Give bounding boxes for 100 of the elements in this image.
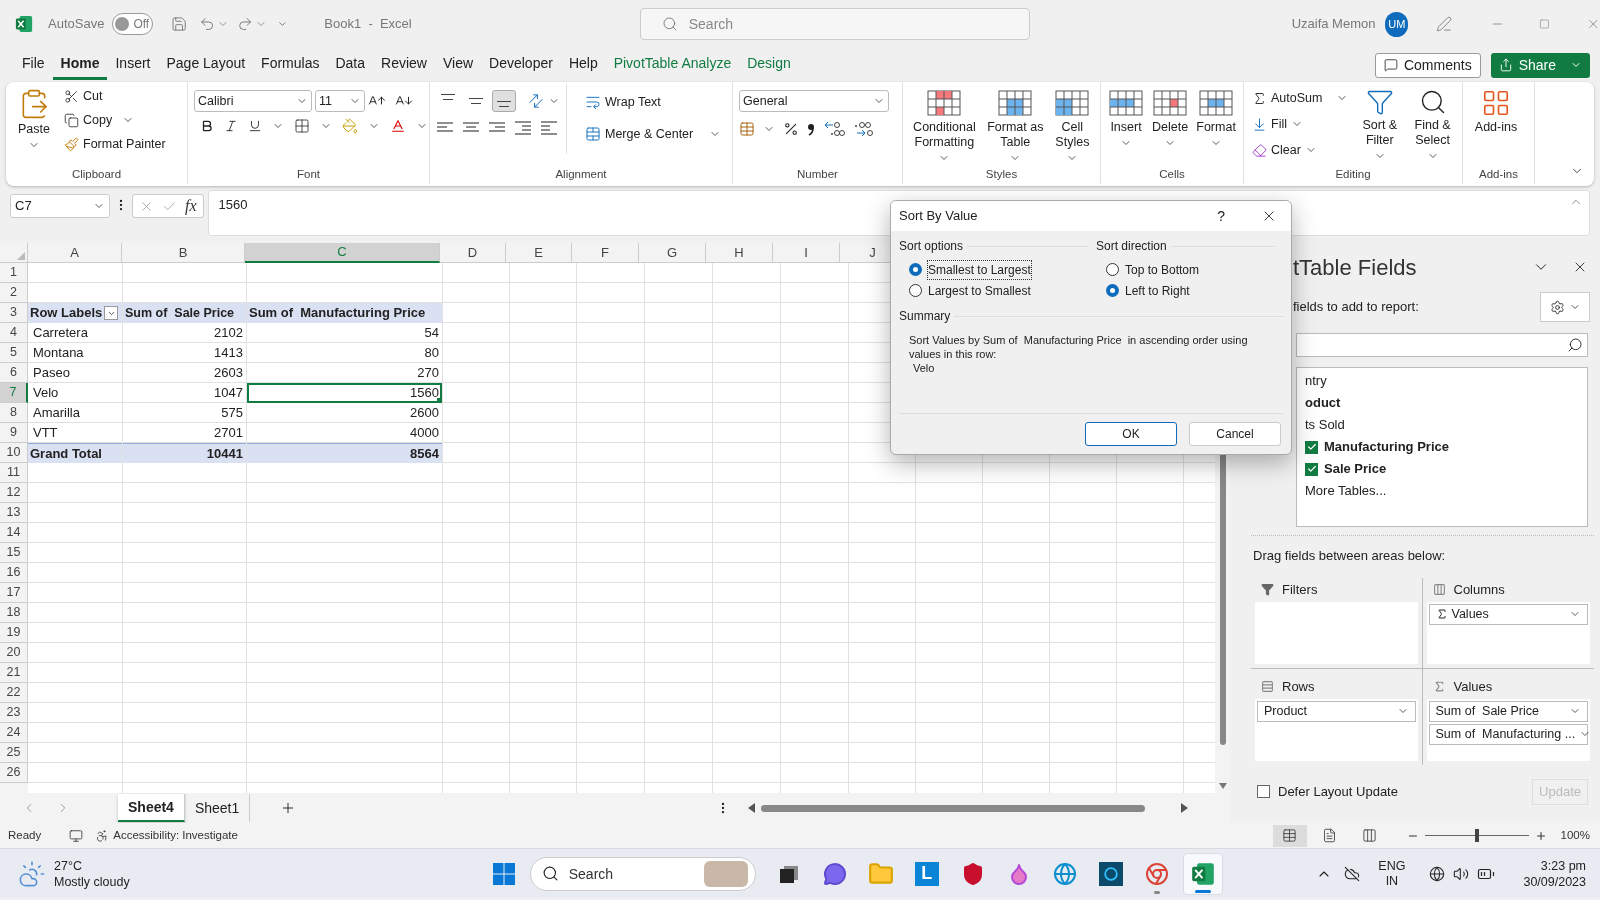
row-header[interactable]: 10 [0,443,28,463]
comma-style-icon[interactable] [807,122,815,136]
cancel-button[interactable]: Cancel [1189,422,1281,446]
redo-icon[interactable] [237,15,254,33]
font-color-icon[interactable] [390,118,406,134]
row-header[interactable]: 9 [0,423,28,443]
fill-color-icon[interactable] [342,118,358,134]
field-item[interactable]: Manufacturing Price [1324,437,1449,457]
name-box[interactable]: C7 [10,194,110,218]
wrap-text-button[interactable]: Wrap Text [583,90,724,114]
autosave-toggle[interactable]: Off [112,13,153,35]
field-search-field[interactable] [1296,333,1588,357]
cell-styles-button[interactable]: Cell Styles [1050,84,1094,164]
weather-condition[interactable]: Mostly cloudy [54,873,130,890]
row-header[interactable]: 18 [0,603,28,623]
taskbar-app[interactable]: L [906,852,947,895]
row-header[interactable]: 8 [0,403,28,423]
font-size-dropdown[interactable]: 11 [315,90,365,112]
help-button[interactable]: ? [1217,205,1225,227]
start-icon[interactable] [491,861,516,886]
row-header[interactable]: 13 [0,503,28,523]
zoom-level[interactable]: 100% [1560,826,1590,845]
field-chip[interactable]: Sum of Manufacturing ... [1428,723,1588,745]
fill-handle[interactable] [437,398,442,403]
horizontal-scrollbar[interactable] [748,802,1189,814]
menu-tab[interactable]: Developer [481,50,561,80]
field-chip[interactable]: Product [1257,700,1416,722]
increase-decimal-icon[interactable] [823,120,845,138]
field-item[interactable]: oduct [1305,393,1341,413]
row-header[interactable]: 16 [0,563,28,583]
field-item[interactable]: ntry [1305,371,1327,391]
format-painter-button[interactable]: Format Painter [62,132,168,156]
search-field[interactable]: Search [639,8,1030,40]
row-header[interactable]: 11 [0,463,28,483]
row-header[interactable]: 5 [0,343,28,363]
clock-time[interactable]: 3:23 pm [1540,857,1586,874]
comments-button[interactable]: Comments [1374,52,1481,78]
row-header[interactable]: 21 [0,663,28,683]
paste-button[interactable]: Paste [12,84,56,151]
font-name-dropdown[interactable]: Calibri [194,90,312,112]
table-cell[interactable]: 54 [247,323,442,343]
percent-icon[interactable] [783,121,799,137]
field-item[interactable]: ts Sold [1305,415,1345,435]
row-header[interactable]: 12 [0,483,28,503]
menu-tab[interactable]: Insert [107,50,159,80]
row-header[interactable]: 6 [0,363,28,383]
row-header[interactable]: 20 [0,643,28,663]
row-header[interactable]: 24 [0,723,28,743]
vertical-align-button[interactable] [492,90,516,112]
add-ins-button[interactable]: Add-ins [1469,84,1523,135]
row-header[interactable]: 7 [0,383,28,403]
row-header[interactable]: 26 [0,763,28,783]
sheet-tab[interactable]: Sheet4 [118,794,185,822]
row-header[interactable]: 3 [0,303,28,323]
settings-button[interactable] [1540,292,1590,322]
menu-tab[interactable]: File [14,50,53,80]
accessibility-status[interactable]: Accessibility: Investigate [113,826,238,845]
menu-tab[interactable]: PivotTable Analyze [605,50,740,80]
network-icon[interactable] [1429,865,1446,882]
weather-icon[interactable] [18,859,46,888]
checkbox[interactable] [1305,440,1318,454]
row-header[interactable]: 17 [0,583,28,603]
menu-tab[interactable]: Formulas [253,50,328,80]
more-tables-link[interactable]: More Tables... [1305,481,1387,501]
menu-tab[interactable]: Data [327,50,374,80]
clear-button[interactable]: Clear [1250,138,1351,162]
find-select-button[interactable]: Find & Select [1409,84,1456,162]
row-header[interactable]: 14 [0,523,28,543]
cloud-icon[interactable] [1344,865,1361,882]
menu-tab[interactable]: Design [739,50,799,80]
volume-icon[interactable] [1453,865,1470,882]
row-header[interactable]: 23 [0,703,28,723]
underline-icon[interactable] [248,119,262,133]
radio-button[interactable] [1106,284,1119,297]
row-header[interactable]: 22 [0,683,28,703]
insert-button[interactable]: Insert [1107,84,1146,149]
conditional-formatting-button[interactable]: Conditional Formatting [909,84,980,164]
column-header[interactable]: C [245,243,440,263]
clock-date[interactable]: 30/09/2023 [1523,873,1586,890]
radio-button[interactable] [1106,263,1119,276]
autosum-button[interactable]: AutoSum [1250,86,1351,110]
row-header[interactable]: 4 [0,323,28,343]
radio-button[interactable] [909,263,922,276]
copy-button[interactable]: Copy [62,108,168,132]
zoom-in-icon[interactable] [1534,829,1547,842]
bold-icon[interactable] [200,119,214,133]
menu-tab[interactable]: Page Layout [158,50,254,80]
field-chip[interactable]: Values [1428,603,1588,625]
cut-button[interactable]: Cut [62,84,168,108]
format-button[interactable]: Format [1195,84,1237,149]
language-indicator[interactable]: ENG [1378,858,1406,874]
decrease-decimal-icon[interactable] [853,120,875,138]
undo-icon[interactable] [198,15,216,33]
row-header[interactable]: 2 [0,283,28,303]
save-icon[interactable] [170,15,187,33]
table-cell[interactable]: 270 [247,363,442,383]
menu-tab[interactable]: View [434,50,482,80]
menu-tab[interactable]: Review [373,50,435,80]
row-header[interactable]: 1 [0,263,28,283]
view-button[interactable] [1272,824,1307,847]
